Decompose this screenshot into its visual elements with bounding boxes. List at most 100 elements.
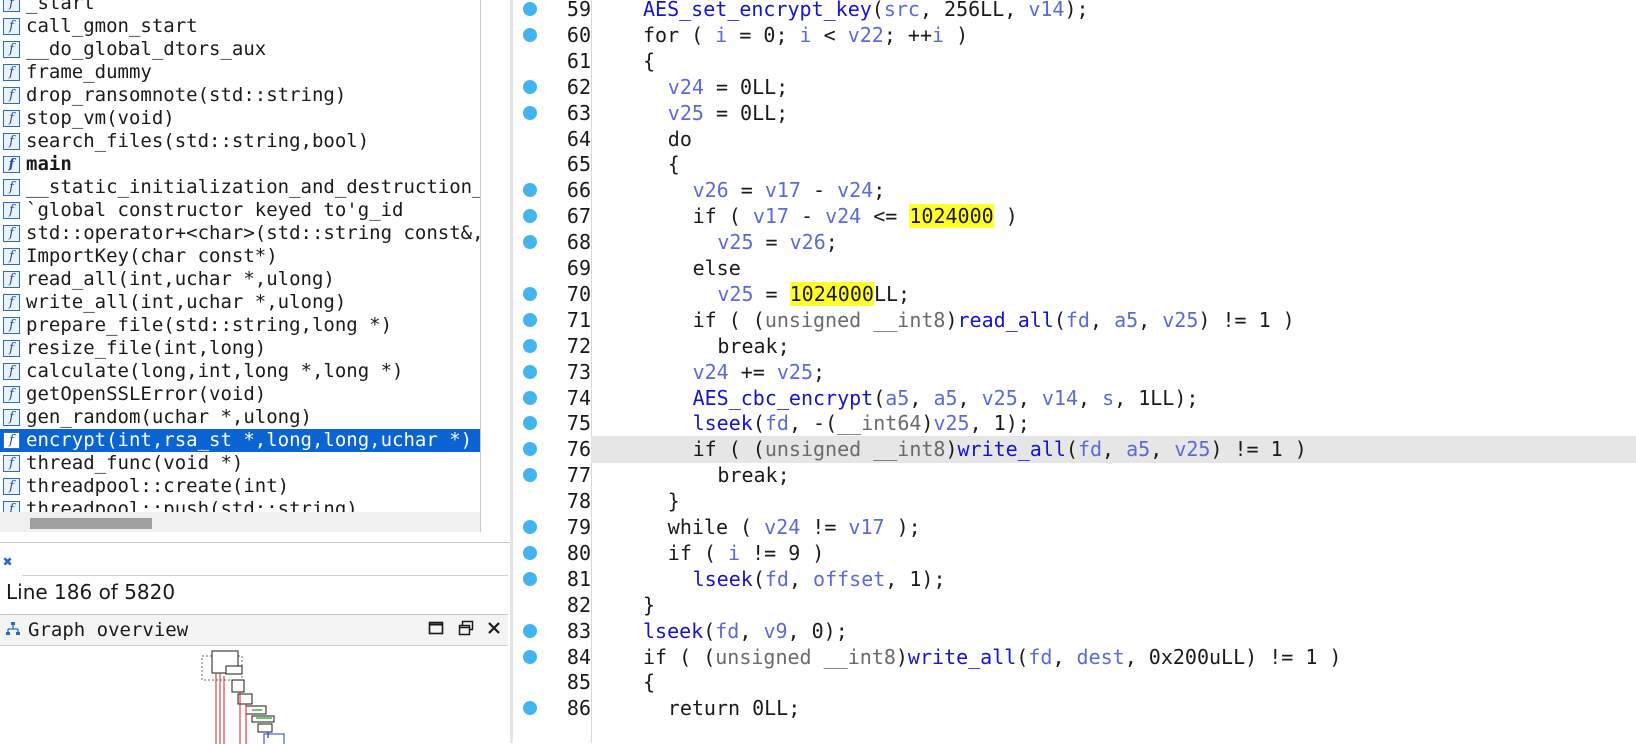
- breakpoint-slot[interactable]: [513, 514, 547, 541]
- function-list-item[interactable]: f stop_vm(void): [0, 107, 480, 130]
- code-line[interactable]: 75 lseek(fd, -(__int64)v25, 1);: [513, 410, 1636, 437]
- breakpoint-dot-icon[interactable]: [523, 338, 537, 353]
- breakpoint-slot[interactable]: [513, 566, 547, 593]
- code-variable[interactable]: a5: [1114, 308, 1138, 332]
- code-variable[interactable]: a5: [933, 386, 957, 410]
- breakpoint-slot[interactable]: [513, 436, 547, 464]
- code-variable[interactable]: fd: [715, 619, 739, 643]
- breakpoint-dot-icon[interactable]: [523, 27, 537, 42]
- code-line[interactable]: 82}: [513, 592, 1636, 619]
- code-variable[interactable]: v14: [1042, 386, 1078, 410]
- function-list-item[interactable]: f frame_dummy: [0, 61, 480, 84]
- function-list-item[interactable]: f prepare_file(std::string,long *): [0, 314, 480, 337]
- filter-clear-icon[interactable]: ✖: [3, 552, 13, 571]
- function-list-item[interactable]: f calculate(long,int,long *,long *): [0, 360, 480, 383]
- code-line[interactable]: 70 v25 = 1024000LL;: [513, 281, 1636, 308]
- breakpoint-slot[interactable]: [513, 540, 547, 567]
- code-function-call[interactable]: lseek: [643, 619, 703, 643]
- code-line[interactable]: 74 AES_cbc_encrypt(a5, a5, v25, v14, s, 1…: [513, 385, 1636, 412]
- graph-overview-canvas[interactable]: [0, 646, 508, 744]
- code-variable[interactable]: v17: [848, 515, 884, 539]
- code-variable[interactable]: i: [715, 23, 727, 47]
- breakpoint-dot-icon[interactable]: [523, 105, 537, 120]
- code-variable[interactable]: src: [884, 0, 920, 21]
- code-line[interactable]: 76 if ( (unsigned __int8)write_all(fd, a5…: [513, 436, 1636, 464]
- breakpoint-dot-icon[interactable]: [523, 701, 537, 716]
- function-list-item[interactable]: f encrypt(int,rsa_st *,long,long,uchar *): [0, 429, 480, 452]
- float-window-icon[interactable]: [456, 620, 476, 640]
- function-list[interactable]: f _start f call_gmon_start f __do_global_dt…: [0, 0, 481, 512]
- code-variable[interactable]: v25: [777, 360, 813, 384]
- code-line[interactable]: 73 v24 += v25;: [513, 359, 1636, 386]
- breakpoint-dot-icon[interactable]: [523, 364, 537, 379]
- code-line[interactable]: 66 v26 = v17 - v24;: [513, 177, 1636, 204]
- function-list-item[interactable]: f drop_ransomnote(std::string): [0, 84, 480, 107]
- function-list-item-partial[interactable]: f _start: [0, 0, 480, 15]
- code-variable[interactable]: fd: [765, 411, 789, 435]
- breakpoint-slot[interactable]: [513, 307, 547, 334]
- code-line[interactable]: 63 v25 = 0LL;: [513, 100, 1636, 127]
- code-line[interactable]: 59 AES_set_encrypt_key(src, 256LL, v14);: [513, 0, 1636, 23]
- code-line[interactable]: 78}: [513, 488, 1636, 515]
- breakpoint-dot-icon[interactable]: [523, 390, 537, 405]
- code-variable[interactable]: v17: [753, 204, 789, 228]
- code-function-call[interactable]: write_all: [958, 437, 1066, 461]
- code-variable[interactable]: v24: [825, 204, 861, 228]
- breakpoint-dot-icon[interactable]: [523, 649, 537, 664]
- code-line[interactable]: 68 v25 = v26;: [513, 229, 1636, 256]
- code-line[interactable]: 62 v24 = 0LL;: [513, 74, 1636, 101]
- code-function-call[interactable]: read_all: [958, 308, 1054, 332]
- code-variable[interactable]: v25: [933, 411, 969, 435]
- breakpoint-dot-icon[interactable]: [523, 442, 537, 457]
- function-list-item[interactable]: f search_files(std::string,bool): [0, 130, 480, 153]
- breakpoint-dot-icon[interactable]: [523, 571, 537, 586]
- code-variable[interactable]: v25: [1174, 437, 1210, 461]
- breakpoint-slot[interactable]: [513, 385, 547, 412]
- code-variable[interactable]: dest: [1077, 645, 1125, 669]
- code-variable[interactable]: v25: [668, 101, 704, 125]
- breakpoint-dot-icon[interactable]: [523, 183, 537, 198]
- code-variable[interactable]: v24: [693, 360, 729, 384]
- code-line[interactable]: 79 while ( v24 != v17 );: [513, 514, 1636, 541]
- code-variable[interactable]: v25: [1162, 308, 1198, 332]
- code-variable[interactable]: v25: [717, 282, 753, 306]
- breakpoint-slot[interactable]: [513, 333, 547, 360]
- code-line[interactable]: 69 else: [513, 255, 1636, 282]
- code-line[interactable]: 86 return 0LL;: [513, 695, 1636, 722]
- code-variable[interactable]: a5: [885, 386, 909, 410]
- function-list-item[interactable]: f __do_global_dtors_aux: [0, 38, 480, 61]
- code-variable[interactable]: v26: [693, 178, 729, 202]
- function-list-item[interactable]: f threadpool::push(std::string): [0, 498, 480, 512]
- code-line[interactable]: 61 {: [513, 48, 1636, 75]
- code-variable[interactable]: offset: [813, 567, 885, 591]
- code-function-call[interactable]: lseek: [693, 567, 753, 591]
- breakpoint-slot[interactable]: [513, 0, 547, 23]
- function-list-item[interactable]: f thread_func(void *): [0, 452, 480, 475]
- code-line[interactable]: 71 if ( (unsigned __int8)read_all(fd, a5,…: [513, 307, 1636, 334]
- close-icon[interactable]: [484, 620, 504, 640]
- function-filter-input[interactable]: [22, 547, 508, 576]
- breakpoint-dot-icon[interactable]: [523, 545, 537, 560]
- breakpoint-slot[interactable]: [513, 126, 547, 153]
- code-line[interactable]: 64 do: [513, 126, 1636, 153]
- function-list-item[interactable]: f std::operator+<char>(std::string const&…: [0, 222, 480, 245]
- breakpoint-dot-icon[interactable]: [523, 312, 537, 327]
- scrollbar-thumb[interactable]: [30, 518, 152, 529]
- breakpoint-slot[interactable]: [513, 410, 547, 437]
- code-line[interactable]: 65 {: [513, 151, 1636, 178]
- code-variable[interactable]: fd: [765, 567, 789, 591]
- breakpoint-dot-icon[interactable]: [523, 209, 537, 224]
- breakpoint-slot[interactable]: [513, 203, 547, 230]
- breakpoint-slot[interactable]: [513, 151, 547, 178]
- breakpoint-slot[interactable]: [513, 100, 547, 127]
- code-function-call[interactable]: lseek: [693, 411, 753, 435]
- code-variable[interactable]: i: [728, 541, 740, 565]
- function-list-item[interactable]: f read_all(int,uchar *,ulong): [0, 268, 480, 291]
- breakpoint-slot[interactable]: [513, 177, 547, 204]
- code-variable[interactable]: fd: [1078, 437, 1102, 461]
- code-variable[interactable]: i: [800, 23, 812, 47]
- code-variable[interactable]: a5: [1126, 437, 1150, 461]
- code-variable[interactable]: s: [1102, 386, 1114, 410]
- function-list-item[interactable]: f threadpool::create(int): [0, 475, 480, 498]
- breakpoint-slot[interactable]: [513, 462, 547, 489]
